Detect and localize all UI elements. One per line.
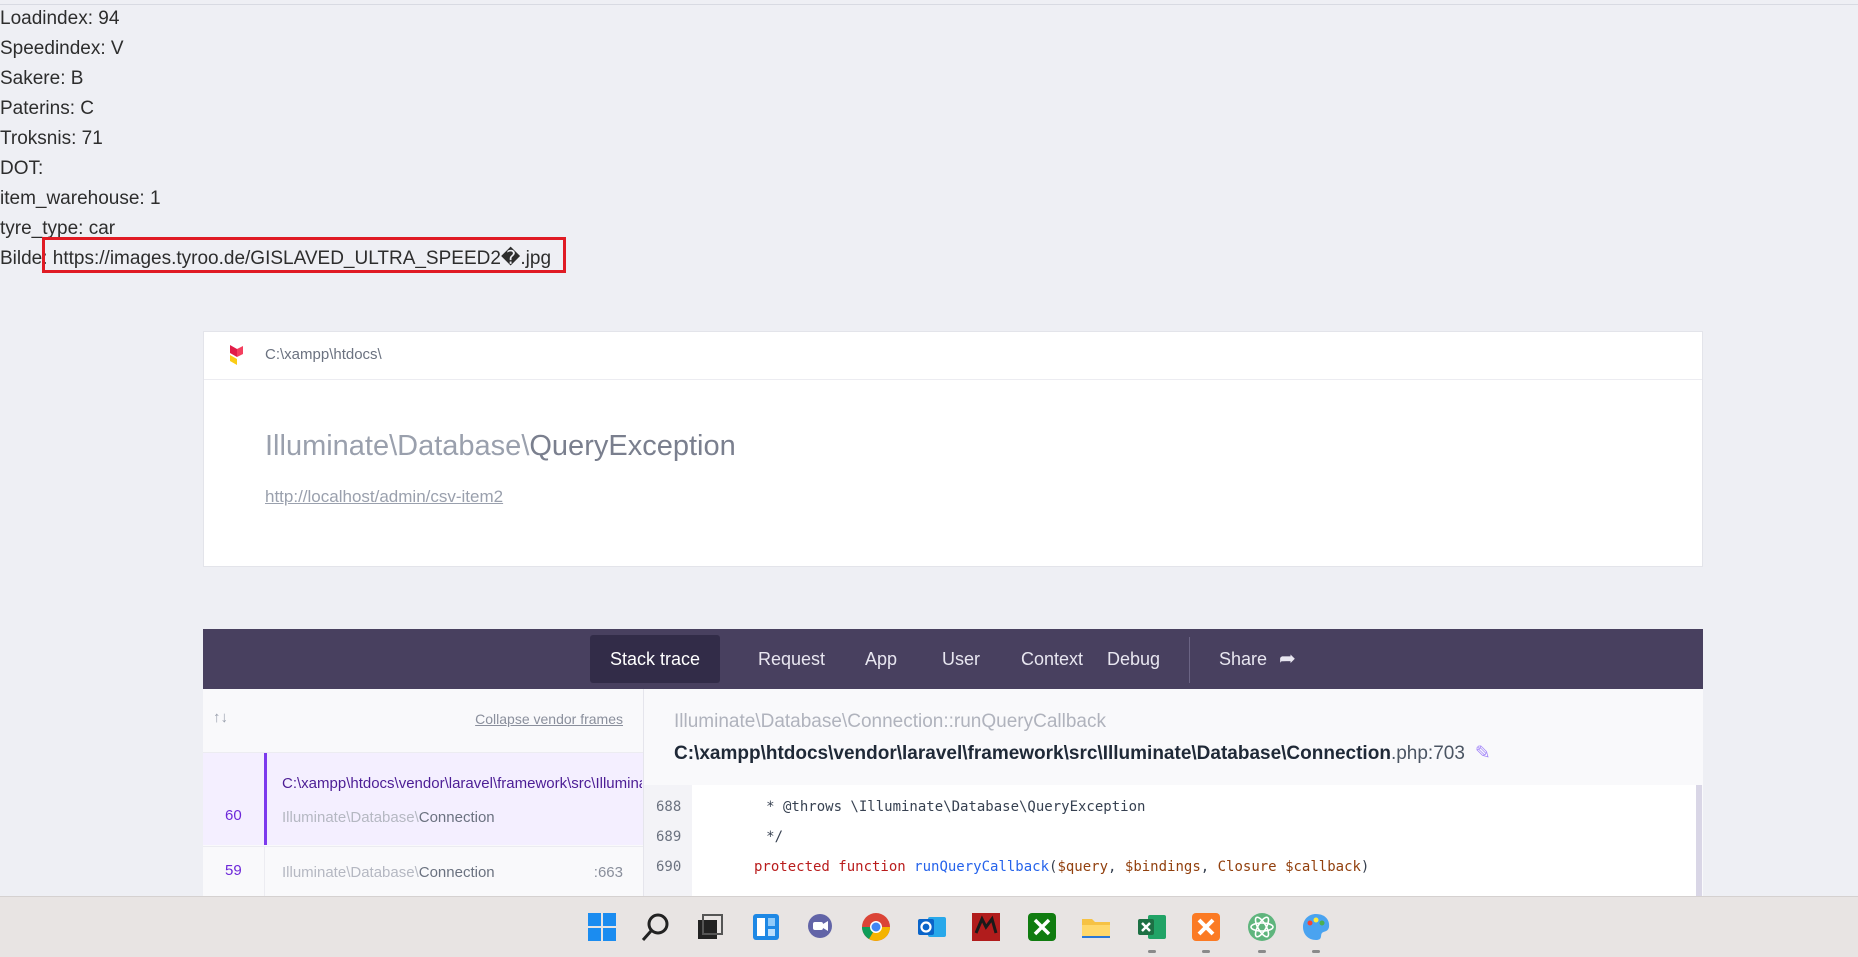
taskbar — [0, 896, 1858, 957]
code-function: runQueryCallback — [914, 859, 1050, 875]
running-indicator — [1312, 950, 1320, 953]
frame-class: Illuminate\Database\Connection — [282, 864, 495, 881]
dump-line: Sakere: B — [0, 68, 84, 89]
chrome-icon[interactable] — [860, 911, 892, 943]
dump-line: Speedindex: V — [0, 38, 124, 59]
code-line: protected function runQueryCallback($que… — [754, 859, 1369, 875]
highlight-box — [42, 237, 566, 273]
search-icon[interactable] — [640, 911, 672, 943]
error-card-header: C:\xampp\htdocs\ — [204, 332, 1702, 380]
tab-request[interactable]: Request — [738, 635, 845, 683]
frame-divider — [264, 847, 265, 896]
code-line-number: 688 — [656, 799, 682, 815]
exception-class: QueryException — [529, 430, 736, 462]
windows-start-icon[interactable] — [586, 911, 618, 943]
frame-number: 59 — [225, 862, 242, 879]
running-indicator — [1148, 950, 1156, 953]
detail-file-path: C:\xampp\htdocs\vendor\laravel\framework… — [674, 743, 1391, 764]
code-variable: $query — [1057, 859, 1109, 875]
code-variable: $bindings — [1124, 859, 1201, 875]
frames-list: ↑↓ Collapse vendor frames 60 C:\xampp\ht… — [203, 689, 644, 896]
widgets-icon[interactable] — [750, 911, 782, 943]
edit-pencil-icon[interactable]: ✎ — [1475, 743, 1491, 764]
error-card: C:\xampp\htdocs\ Illuminate\Database\Que… — [203, 331, 1703, 567]
collapse-vendor-frames-link[interactable]: Collapse vendor frames — [475, 711, 623, 727]
frame-row[interactable]: 59 Illuminate\Database\Connection :663 — [203, 846, 643, 896]
excel-icon[interactable] — [1136, 911, 1168, 943]
detail-file-ext: .php:703 — [1390, 743, 1465, 764]
frame-file: C:\xampp\htdocs\vendor\laravel\framework… — [282, 775, 642, 792]
code-line: */ — [724, 829, 784, 845]
xampp-icon[interactable] — [1190, 911, 1222, 943]
frame-class-name: Connection — [418, 864, 495, 881]
code-line: * @throws \Illuminate\Database\QueryExce… — [724, 799, 1146, 815]
atom-icon[interactable] — [1246, 911, 1278, 943]
task-view-icon[interactable] — [694, 911, 726, 943]
debug-dump: Loadindex: 94 Speedindex: V Sakere: B Pa… — [0, 4, 566, 274]
frames-toolbar: ↑↓ Collapse vendor frames — [203, 689, 643, 753]
navigate-arrows-icon[interactable]: ↑↓ — [213, 709, 228, 726]
exception-namespace: Illuminate\Database\ — [265, 430, 530, 462]
dump-line: item_warehouse: 1 — [0, 188, 161, 209]
dump-line: Paterins: C — [0, 98, 94, 119]
exception-title: Illuminate\Database\QueryException — [265, 430, 736, 463]
dump-line: Loadindex: 94 — [0, 8, 120, 29]
code-line-number: 690 — [656, 859, 682, 875]
frame-class-name: Connection — [418, 809, 495, 826]
frame-number: 60 — [225, 807, 242, 824]
chat-icon[interactable] — [804, 911, 836, 943]
running-indicator — [1202, 950, 1210, 953]
detail-class: Connection — [847, 711, 944, 732]
detail-namespace: Illuminate\Database\ — [674, 711, 848, 732]
code-punct: , — [1200, 859, 1218, 875]
frame-row-selected[interactable]: 60 C:\xampp\htdocs\vendor\laravel\framew… — [203, 753, 643, 845]
app-path: C:\xampp\htdocs\ — [265, 346, 382, 363]
tab-debug[interactable]: Debug — [1087, 635, 1180, 683]
frame-class: Illuminate\Database\Connection — [282, 809, 495, 826]
share-arrow-icon: ➦ — [1279, 648, 1296, 670]
code-keyword: protected function — [754, 859, 906, 875]
frame-namespace: Illuminate\Database\ — [282, 809, 419, 826]
code-type: Closure — [1217, 859, 1277, 875]
detail-method: ::runQueryCallback — [943, 711, 1106, 732]
code-variable: $callback — [1285, 859, 1361, 875]
request-url-link[interactable]: http://localhost/admin/csv-item2 — [265, 487, 503, 507]
tab-user[interactable]: User — [922, 635, 1000, 683]
frame-detail-file: C:\xampp\htdocs\vendor\laravel\framework… — [674, 742, 1491, 765]
tab-app[interactable]: App — [845, 635, 917, 683]
dump-line: Troksnis: 71 — [0, 128, 103, 149]
frame-detail-title: Illuminate\Database\Connection::runQuery… — [674, 711, 1106, 733]
paint-icon[interactable] — [1300, 911, 1332, 943]
share-label: Share — [1219, 649, 1268, 669]
filezilla-icon[interactable] — [970, 911, 1002, 943]
frame-namespace: Illuminate\Database\ — [282, 864, 419, 881]
running-indicator — [1258, 950, 1266, 953]
code-punct: , — [1108, 859, 1125, 875]
code-snippet: 688 * @throws \Illuminate\Database\Query… — [644, 785, 1703, 896]
tab-divider — [1189, 637, 1190, 683]
xbox-icon[interactable] — [1026, 911, 1058, 943]
ignition-logo-icon — [230, 345, 243, 365]
tab-stack-trace[interactable]: Stack trace — [590, 635, 721, 683]
code-punct: ) — [1360, 859, 1370, 875]
frame-line-number: :663 — [593, 864, 623, 881]
stack-trace-panel: ↑↓ Collapse vendor frames 60 C:\xampp\ht… — [203, 689, 1703, 896]
share-button[interactable]: Share ➦ — [1199, 635, 1316, 683]
frame-selected-indicator — [264, 753, 267, 845]
file-explorer-icon[interactable] — [1080, 911, 1112, 943]
dump-line: DOT: — [0, 158, 44, 179]
tab-bar: Stack trace Request App User Context Deb… — [203, 629, 1703, 689]
frame-detail: Illuminate\Database\Connection::runQuery… — [644, 689, 1703, 896]
outlook-icon[interactable] — [916, 911, 948, 943]
code-line-number: 689 — [656, 829, 682, 845]
